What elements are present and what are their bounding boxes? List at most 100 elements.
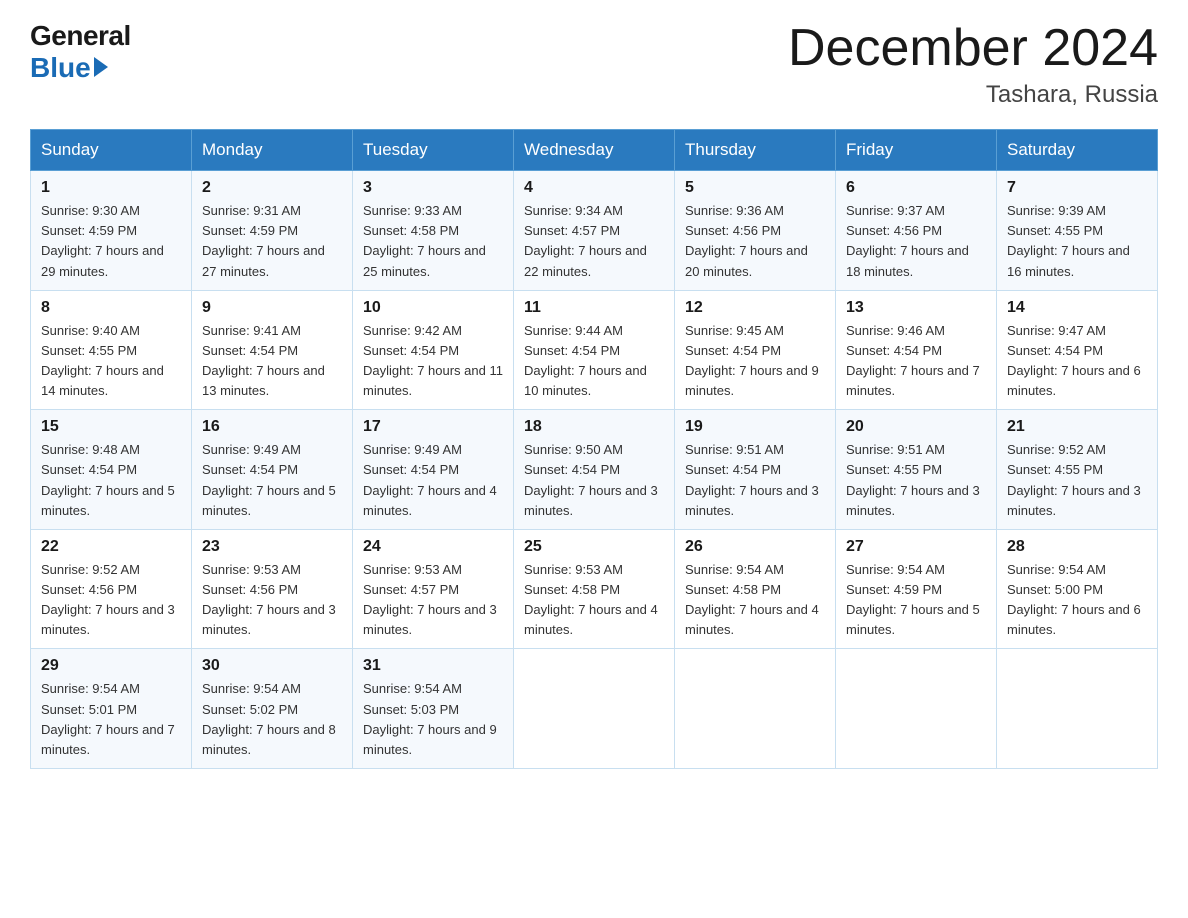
day-info: Sunrise: 9:36 AMSunset: 4:56 PMDaylight:… <box>685 203 808 278</box>
table-row: 6 Sunrise: 9:37 AMSunset: 4:56 PMDayligh… <box>836 171 997 291</box>
table-row: 16 Sunrise: 9:49 AMSunset: 4:54 PMDaylig… <box>192 410 353 530</box>
table-row: 12 Sunrise: 9:45 AMSunset: 4:54 PMDaylig… <box>675 290 836 410</box>
table-row: 27 Sunrise: 9:54 AMSunset: 4:59 PMDaylig… <box>836 529 997 649</box>
day-number: 19 <box>685 418 825 436</box>
table-row: 10 Sunrise: 9:42 AMSunset: 4:54 PMDaylig… <box>353 290 514 410</box>
table-row: 5 Sunrise: 9:36 AMSunset: 4:56 PMDayligh… <box>675 171 836 291</box>
day-number: 3 <box>363 179 503 197</box>
day-info: Sunrise: 9:54 AMSunset: 5:03 PMDaylight:… <box>363 681 497 756</box>
day-info: Sunrise: 9:30 AMSunset: 4:59 PMDaylight:… <box>41 203 164 278</box>
day-info: Sunrise: 9:54 AMSunset: 5:01 PMDaylight:… <box>41 681 175 756</box>
table-row: 24 Sunrise: 9:53 AMSunset: 4:57 PMDaylig… <box>353 529 514 649</box>
day-number: 4 <box>524 179 664 197</box>
day-number: 23 <box>202 538 342 556</box>
header-row: Sunday Monday Tuesday Wednesday Thursday… <box>31 130 1158 171</box>
table-row: 1 Sunrise: 9:30 AMSunset: 4:59 PMDayligh… <box>31 171 192 291</box>
col-tuesday: Tuesday <box>353 130 514 171</box>
day-info: Sunrise: 9:51 AMSunset: 4:55 PMDaylight:… <box>846 442 980 517</box>
day-number: 22 <box>41 538 181 556</box>
title-block: December 2024 Tashara, Russia <box>788 20 1158 109</box>
table-row: 25 Sunrise: 9:53 AMSunset: 4:58 PMDaylig… <box>514 529 675 649</box>
table-row: 14 Sunrise: 9:47 AMSunset: 4:54 PMDaylig… <box>997 290 1158 410</box>
day-number: 31 <box>363 657 503 675</box>
calendar-table: Sunday Monday Tuesday Wednesday Thursday… <box>30 129 1158 769</box>
table-row: 30 Sunrise: 9:54 AMSunset: 5:02 PMDaylig… <box>192 649 353 769</box>
logo-triangle-icon <box>94 57 108 77</box>
table-row: 15 Sunrise: 9:48 AMSunset: 4:54 PMDaylig… <box>31 410 192 530</box>
table-row: 31 Sunrise: 9:54 AMSunset: 5:03 PMDaylig… <box>353 649 514 769</box>
day-number: 27 <box>846 538 986 556</box>
day-info: Sunrise: 9:39 AMSunset: 4:55 PMDaylight:… <box>1007 203 1130 278</box>
calendar-week-row: 15 Sunrise: 9:48 AMSunset: 4:54 PMDaylig… <box>31 410 1158 530</box>
day-info: Sunrise: 9:50 AMSunset: 4:54 PMDaylight:… <box>524 442 658 517</box>
day-info: Sunrise: 9:33 AMSunset: 4:58 PMDaylight:… <box>363 203 486 278</box>
day-info: Sunrise: 9:51 AMSunset: 4:54 PMDaylight:… <box>685 442 819 517</box>
table-row: 28 Sunrise: 9:54 AMSunset: 5:00 PMDaylig… <box>997 529 1158 649</box>
table-row: 13 Sunrise: 9:46 AMSunset: 4:54 PMDaylig… <box>836 290 997 410</box>
table-row: 3 Sunrise: 9:33 AMSunset: 4:58 PMDayligh… <box>353 171 514 291</box>
calendar-week-row: 29 Sunrise: 9:54 AMSunset: 5:01 PMDaylig… <box>31 649 1158 769</box>
day-number: 25 <box>524 538 664 556</box>
day-info: Sunrise: 9:54 AMSunset: 5:02 PMDaylight:… <box>202 681 336 756</box>
day-info: Sunrise: 9:54 AMSunset: 5:00 PMDaylight:… <box>1007 562 1141 637</box>
table-row: 22 Sunrise: 9:52 AMSunset: 4:56 PMDaylig… <box>31 529 192 649</box>
day-number: 28 <box>1007 538 1147 556</box>
day-info: Sunrise: 9:52 AMSunset: 4:55 PMDaylight:… <box>1007 442 1141 517</box>
day-info: Sunrise: 9:46 AMSunset: 4:54 PMDaylight:… <box>846 323 980 398</box>
day-number: 20 <box>846 418 986 436</box>
day-info: Sunrise: 9:54 AMSunset: 4:58 PMDaylight:… <box>685 562 819 637</box>
day-number: 7 <box>1007 179 1147 197</box>
day-info: Sunrise: 9:41 AMSunset: 4:54 PMDaylight:… <box>202 323 325 398</box>
day-number: 2 <box>202 179 342 197</box>
day-number: 16 <box>202 418 342 436</box>
table-row: 8 Sunrise: 9:40 AMSunset: 4:55 PMDayligh… <box>31 290 192 410</box>
table-row: 11 Sunrise: 9:44 AMSunset: 4:54 PMDaylig… <box>514 290 675 410</box>
table-row <box>997 649 1158 769</box>
table-row: 21 Sunrise: 9:52 AMSunset: 4:55 PMDaylig… <box>997 410 1158 530</box>
day-number: 11 <box>524 299 664 317</box>
table-row <box>675 649 836 769</box>
table-row: 2 Sunrise: 9:31 AMSunset: 4:59 PMDayligh… <box>192 171 353 291</box>
day-info: Sunrise: 9:31 AMSunset: 4:59 PMDaylight:… <box>202 203 325 278</box>
table-row: 26 Sunrise: 9:54 AMSunset: 4:58 PMDaylig… <box>675 529 836 649</box>
day-info: Sunrise: 9:44 AMSunset: 4:54 PMDaylight:… <box>524 323 647 398</box>
calendar-header: Sunday Monday Tuesday Wednesday Thursday… <box>31 130 1158 171</box>
day-info: Sunrise: 9:53 AMSunset: 4:57 PMDaylight:… <box>363 562 497 637</box>
day-number: 18 <box>524 418 664 436</box>
day-number: 21 <box>1007 418 1147 436</box>
table-row <box>514 649 675 769</box>
day-number: 29 <box>41 657 181 675</box>
day-number: 30 <box>202 657 342 675</box>
day-info: Sunrise: 9:53 AMSunset: 4:56 PMDaylight:… <box>202 562 336 637</box>
day-info: Sunrise: 9:48 AMSunset: 4:54 PMDaylight:… <box>41 442 175 517</box>
day-number: 9 <box>202 299 342 317</box>
day-info: Sunrise: 9:47 AMSunset: 4:54 PMDaylight:… <box>1007 323 1141 398</box>
location-subtitle: Tashara, Russia <box>788 81 1158 109</box>
day-info: Sunrise: 9:34 AMSunset: 4:57 PMDaylight:… <box>524 203 647 278</box>
day-info: Sunrise: 9:49 AMSunset: 4:54 PMDaylight:… <box>202 442 336 517</box>
month-title: December 2024 <box>788 20 1158 77</box>
logo: General Blue <box>30 20 131 84</box>
day-number: 17 <box>363 418 503 436</box>
day-number: 5 <box>685 179 825 197</box>
day-number: 15 <box>41 418 181 436</box>
col-saturday: Saturday <box>997 130 1158 171</box>
table-row: 23 Sunrise: 9:53 AMSunset: 4:56 PMDaylig… <box>192 529 353 649</box>
table-row: 7 Sunrise: 9:39 AMSunset: 4:55 PMDayligh… <box>997 171 1158 291</box>
table-row: 9 Sunrise: 9:41 AMSunset: 4:54 PMDayligh… <box>192 290 353 410</box>
day-number: 24 <box>363 538 503 556</box>
calendar-week-row: 1 Sunrise: 9:30 AMSunset: 4:59 PMDayligh… <box>31 171 1158 291</box>
day-number: 6 <box>846 179 986 197</box>
table-row: 20 Sunrise: 9:51 AMSunset: 4:55 PMDaylig… <box>836 410 997 530</box>
col-sunday: Sunday <box>31 130 192 171</box>
col-wednesday: Wednesday <box>514 130 675 171</box>
table-row: 18 Sunrise: 9:50 AMSunset: 4:54 PMDaylig… <box>514 410 675 530</box>
day-number: 14 <box>1007 299 1147 317</box>
col-thursday: Thursday <box>675 130 836 171</box>
day-number: 26 <box>685 538 825 556</box>
page-header: General Blue December 2024 Tashara, Russ… <box>30 20 1158 109</box>
table-row: 4 Sunrise: 9:34 AMSunset: 4:57 PMDayligh… <box>514 171 675 291</box>
day-number: 8 <box>41 299 181 317</box>
day-info: Sunrise: 9:49 AMSunset: 4:54 PMDaylight:… <box>363 442 497 517</box>
table-row: 19 Sunrise: 9:51 AMSunset: 4:54 PMDaylig… <box>675 410 836 530</box>
